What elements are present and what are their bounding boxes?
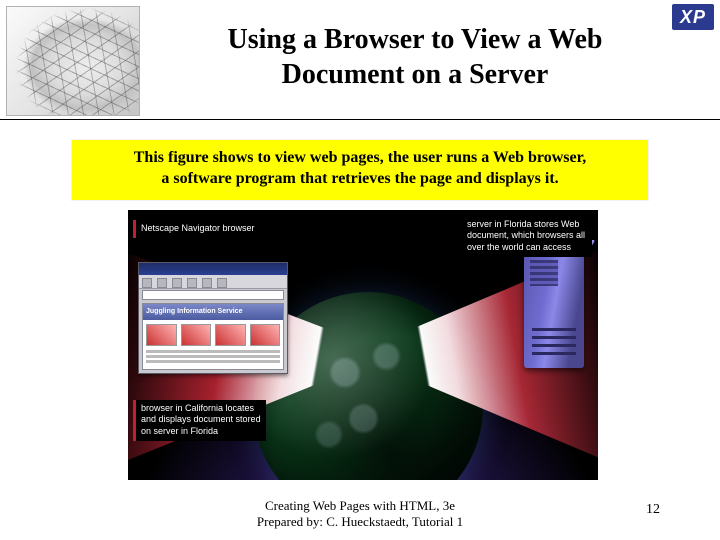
browser-toolbar (139, 275, 287, 289)
server-slots (532, 328, 576, 358)
slide-header: XP Using a Browser to View a Web Documen… (0, 0, 720, 120)
caption-box: This figure shows to view web pages, the… (72, 140, 648, 200)
page-banner-text: Juggling Information Service (143, 304, 283, 320)
xp-badge: XP (672, 4, 714, 30)
slide: XP Using a Browser to View a Web Documen… (0, 0, 720, 540)
browser-addressbar (142, 290, 284, 300)
page-number: 12 (646, 502, 660, 518)
server-tower (524, 250, 584, 368)
page-images (146, 324, 280, 346)
footer: Creating Web Pages with HTML, 3e Prepare… (0, 498, 720, 531)
slide-title: Using a Browser to View a Web Document o… (170, 22, 660, 92)
browser-viewport: Juggling Information Service (142, 303, 284, 370)
figure: Juggling Information Service Netscape Na… (128, 210, 598, 480)
label-california: browser in California locates and displa… (136, 400, 266, 441)
browser-titlebar (139, 263, 287, 275)
header-thumbnail (6, 6, 140, 116)
caption-line-1: This figure shows to view web pages, the… (90, 148, 630, 169)
browser-window: Juggling Information Service (138, 262, 288, 374)
label-netscape: Netscape Navigator browser (136, 220, 260, 238)
label-server: server in Florida stores Web document, w… (462, 216, 592, 257)
caption-line-2: a software program that retrieves the pa… (90, 169, 630, 190)
footer-line-1: Creating Web Pages with HTML, 3e (0, 498, 720, 514)
page-banner: Juggling Information Service (143, 304, 283, 320)
page-textlines (146, 350, 280, 353)
footer-line-2: Prepared by: C. Hueckstaedt, Tutorial 1 (0, 514, 720, 530)
